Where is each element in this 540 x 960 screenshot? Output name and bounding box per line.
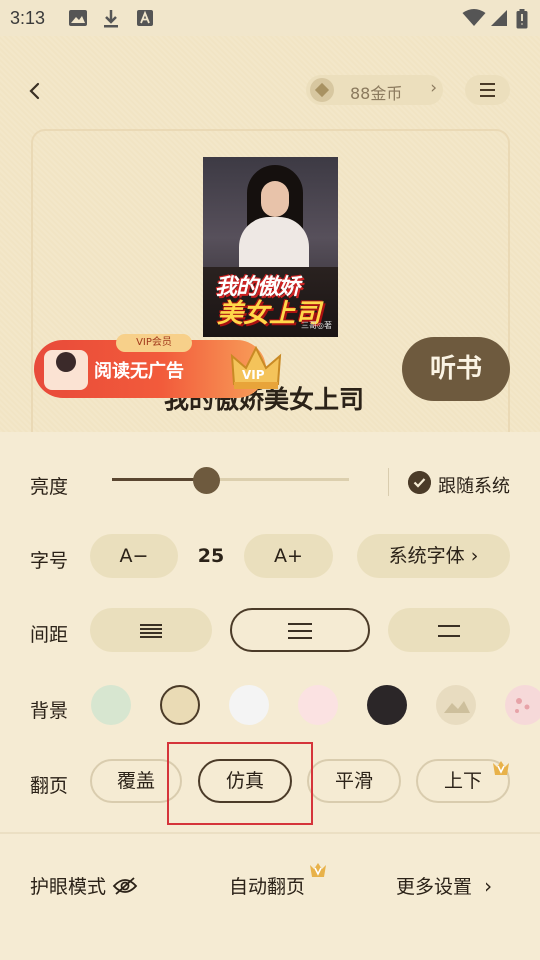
page-turn-label: 翻页 bbox=[30, 775, 69, 797]
chevron-right-icon: › bbox=[484, 874, 493, 898]
book-cover[interactable]: 我的傲娇 美女上司 三哥◎著 bbox=[203, 157, 338, 337]
signal-icon bbox=[491, 10, 507, 26]
bg-swatch-dark[interactable] bbox=[367, 685, 407, 725]
bg-swatch-green[interactable] bbox=[91, 685, 131, 725]
follow-system-checkbox[interactable] bbox=[408, 471, 431, 494]
brightness-label: 亮度 bbox=[30, 476, 69, 498]
more-settings-button[interactable]: 更多设置 › bbox=[396, 872, 492, 899]
vip-banner-text: 阅读无广告 bbox=[94, 361, 184, 382]
coins-button[interactable]: 88金币 › bbox=[306, 75, 443, 105]
divider bbox=[0, 832, 540, 834]
coin-icon bbox=[310, 78, 334, 102]
font-size-value: 25 bbox=[197, 545, 225, 567]
spacing-compact-button[interactable] bbox=[90, 608, 212, 652]
menu-icon-line bbox=[480, 89, 495, 91]
follow-system-label[interactable]: 跟随系统 bbox=[438, 472, 510, 498]
eye-off-icon bbox=[112, 877, 138, 895]
auto-page-label: 自动翻页 bbox=[229, 876, 306, 898]
divider bbox=[388, 468, 389, 496]
status-time: 3:13 bbox=[10, 8, 46, 28]
spacing-loose-icon bbox=[438, 624, 460, 637]
spacing-compact-icon bbox=[140, 623, 162, 638]
menu-icon-line bbox=[480, 83, 495, 85]
cover-author: 三哥◎著 bbox=[301, 321, 332, 330]
more-settings-label: 更多设置 bbox=[396, 876, 473, 898]
eye-mode-button[interactable]: 护眼模式 bbox=[30, 872, 138, 899]
vip-banner[interactable]: VIP会员 阅读无广告 VIP bbox=[34, 334, 282, 398]
vip-illustration-icon bbox=[44, 350, 88, 390]
cover-art bbox=[261, 181, 289, 217]
text-a-icon bbox=[137, 10, 153, 26]
bg-swatch-ink-painting[interactable] bbox=[436, 685, 476, 725]
image-icon bbox=[69, 10, 87, 26]
ink-mountain-icon bbox=[444, 701, 470, 713]
auto-page-button[interactable]: 自动翻页 bbox=[229, 872, 305, 899]
vip-crown-text: VIP bbox=[242, 368, 265, 382]
bg-swatch-beige[interactable] bbox=[160, 685, 200, 725]
background-label: 背景 bbox=[30, 700, 69, 722]
spacing-loose-button[interactable] bbox=[388, 608, 510, 652]
menu-icon-line bbox=[480, 95, 495, 97]
vip-badge-icon bbox=[310, 863, 326, 877]
spacing-normal-button[interactable] bbox=[230, 608, 370, 652]
highlight-box bbox=[167, 742, 313, 825]
font-size-label: 字号 bbox=[30, 550, 69, 572]
bg-swatch-blossom[interactable] bbox=[505, 685, 540, 725]
status-bar: 3:13 bbox=[0, 0, 540, 36]
bg-swatch-white[interactable] bbox=[229, 685, 269, 725]
blossom-icon bbox=[515, 698, 530, 713]
bg-swatch-pink[interactable] bbox=[298, 685, 338, 725]
menu-button[interactable] bbox=[465, 75, 510, 105]
chevron-right-icon: › bbox=[430, 78, 437, 98]
wifi-icon bbox=[462, 9, 486, 26]
vip-badge-icon bbox=[493, 761, 509, 775]
spacing-normal-icon bbox=[288, 622, 312, 639]
font-family-button[interactable]: 系统字体 › bbox=[357, 534, 510, 578]
eye-mode-label: 护眼模式 bbox=[30, 876, 107, 898]
vip-tag: VIP会员 bbox=[116, 334, 192, 352]
coins-label: 88金币 bbox=[350, 84, 403, 103]
font-decrease-button[interactable]: A− bbox=[90, 534, 178, 578]
download-icon bbox=[104, 10, 118, 28]
listen-button[interactable]: 听书 bbox=[402, 337, 510, 401]
font-increase-button[interactable]: A+ bbox=[244, 534, 333, 578]
back-icon[interactable] bbox=[22, 78, 48, 104]
battery-icon bbox=[516, 9, 528, 29]
page-turn-smooth[interactable]: 平滑 bbox=[307, 759, 401, 803]
spacing-label: 间距 bbox=[30, 624, 69, 646]
